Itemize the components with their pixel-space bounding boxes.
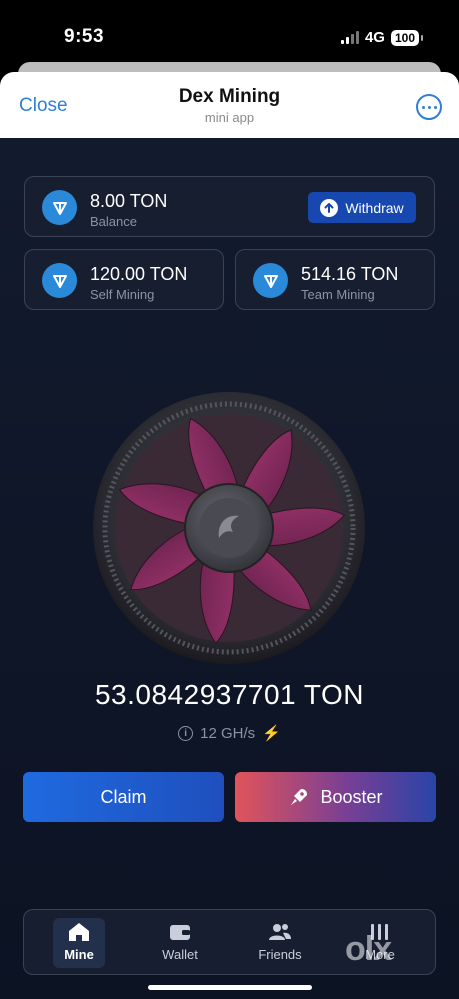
team-mining-value: 514.16 TON — [301, 264, 399, 284]
withdraw-button[interactable]: Withdraw — [308, 192, 416, 223]
arrow-up-icon — [320, 198, 339, 217]
balance-card: 8.00 TON Balance Withdraw — [24, 176, 435, 237]
team-mining-label: Team Mining — [301, 287, 375, 302]
app-title: Dex Mining — [178, 86, 281, 107]
mined-amount: 53.0842937701 TON — [94, 679, 365, 710]
team-mining-card: 514.16 TON Team Mining — [235, 249, 435, 310]
claim-button[interactable]: Claim — [23, 772, 224, 822]
status-indicators: 4G 100 — [340, 29, 424, 46]
title-block: Dex Mining mini app — [0, 86, 459, 125]
status-time: 9:53 — [64, 26, 105, 47]
ton-icon — [42, 190, 77, 225]
status-bar: 9:53 4G 100 — [0, 0, 459, 64]
claim-label: Claim — [100, 786, 147, 807]
more-dots-icon[interactable] — [416, 94, 442, 120]
balance-value: 8.00 TON — [90, 191, 168, 211]
booster-button[interactable]: Booster — [235, 772, 436, 822]
mini-app-header: Close Dex Mining mini app — [0, 72, 459, 138]
withdraw-label: Withdraw — [345, 199, 404, 216]
nav-label: Friends — [258, 947, 302, 962]
nav-item-friends[interactable]: Friends — [254, 918, 306, 968]
app-subtitle: mini app — [204, 110, 255, 125]
nav-item-mine[interactable]: Mine — [53, 918, 105, 968]
balance-label: Balance — [90, 214, 137, 229]
self-mining-value: 120.00 TON — [90, 264, 188, 284]
lightning-icon: ⚡ — [262, 725, 281, 742]
info-icon[interactable]: i — [178, 725, 194, 741]
main-content: 8.00 TON Balance Withdraw 120.00 TON Sel… — [0, 138, 459, 999]
ton-icon — [253, 263, 288, 298]
signal-icon — [340, 31, 359, 44]
hashrate-value: 12 GH/s — [200, 724, 256, 742]
self-mining-card: 120.00 TON Self Mining — [24, 249, 224, 310]
nav-label: Mine — [64, 947, 94, 962]
home-icon — [69, 923, 89, 941]
booster-label: Booster — [320, 786, 383, 807]
hashrate-row: i 12 GH/s ⚡ — [0, 724, 459, 742]
wallet-icon — [170, 925, 190, 940]
network-type: 4G — [364, 29, 385, 46]
nav-item-wallet[interactable]: Wallet — [154, 918, 206, 968]
rocket-icon — [291, 789, 308, 805]
nav-label: Wallet — [162, 947, 198, 962]
battery-icon: 100 — [390, 29, 424, 46]
ton-icon — [42, 263, 77, 298]
self-mining-label: Self Mining — [90, 287, 155, 302]
mining-fan-image[interactable] — [91, 390, 367, 666]
home-indicator[interactable] — [148, 985, 312, 990]
friends-icon — [269, 924, 291, 940]
olx-watermark: olx — [345, 930, 392, 968]
